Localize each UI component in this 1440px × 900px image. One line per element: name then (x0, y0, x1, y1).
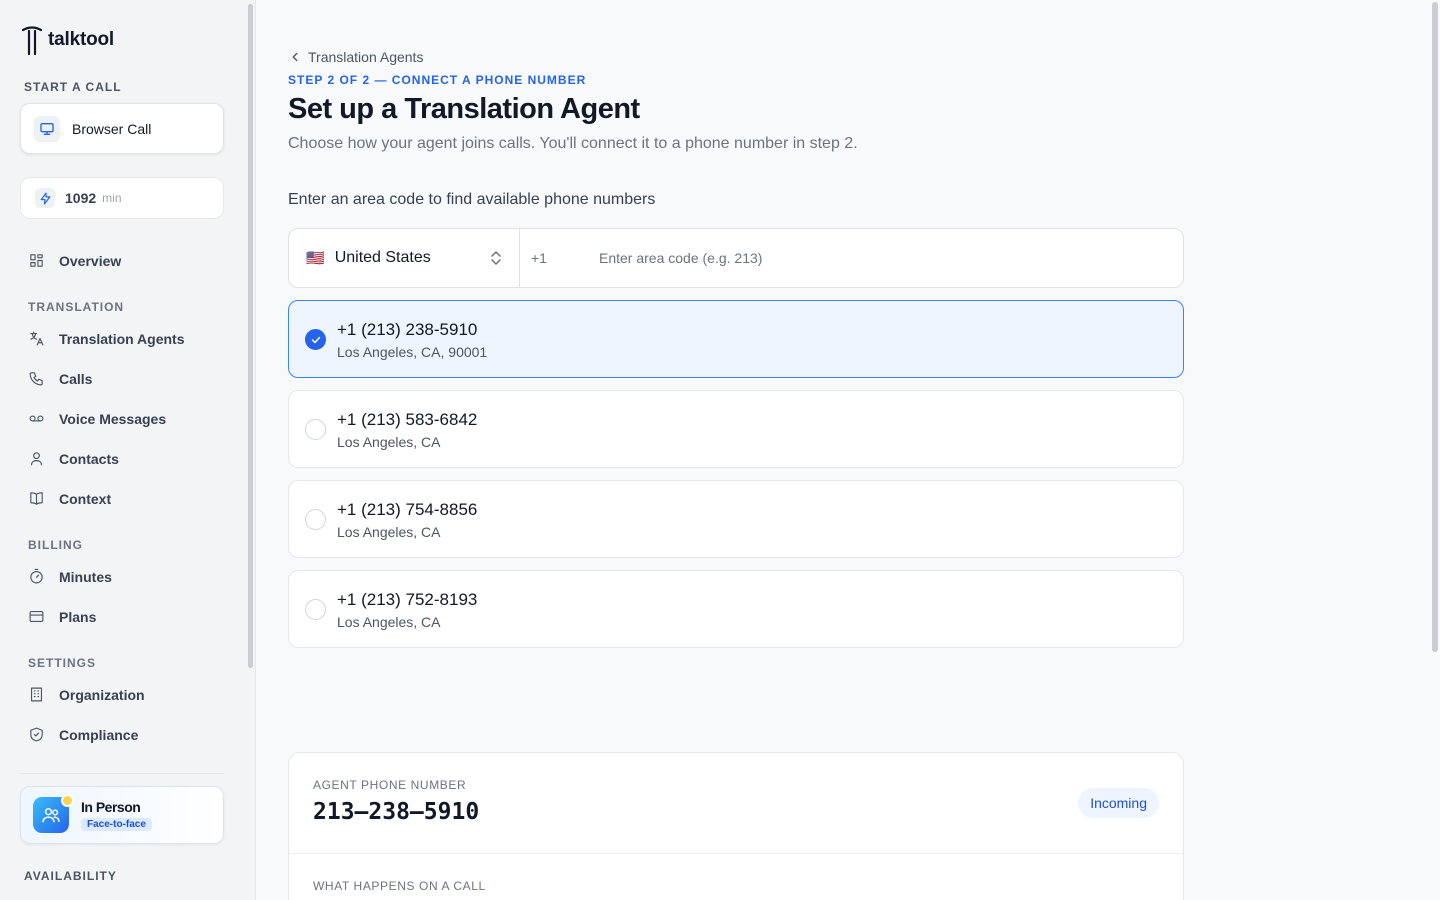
sidebar-item-contacts[interactable]: Contacts (28, 450, 119, 467)
sidebar-item-label: Organization (59, 686, 145, 703)
main-content: Translation Agents STEP 2 OF 2 — CONNECT… (256, 0, 1440, 900)
browser-call-button[interactable]: Browser Call (20, 103, 224, 154)
sidebar-divider (20, 773, 224, 774)
availability-label: AVAILABILITY (24, 869, 117, 883)
shield-check-icon (30, 727, 43, 742)
radio-unchecked[interactable] (305, 599, 326, 620)
book-icon (30, 492, 43, 505)
radio-unchecked[interactable] (305, 509, 326, 530)
sidebar: talktool START A CALL Browser Call 1092 … (0, 0, 256, 900)
sidebar-item-label: Contacts (59, 450, 119, 467)
logo-icon (21, 26, 43, 56)
sidebar-item-label: Overview (59, 252, 122, 269)
option-location: Los Angeles, CA, 90001 (337, 344, 488, 360)
sidebar-item-plans[interactable]: Plans (28, 608, 96, 625)
direction-badge: Incoming (1078, 788, 1159, 818)
agent-number-label: AGENT PHONE NUMBER (313, 778, 467, 792)
phone-search: 🇺🇸 United States +1 (288, 228, 1184, 288)
sidebar-item-label: Voice Messages (59, 410, 167, 427)
country-name: United States (334, 249, 431, 266)
dial-code: +1 (531, 250, 547, 266)
minutes-unit: min (102, 191, 122, 205)
minutes-balance[interactable]: 1092 min (20, 177, 224, 219)
lightning-icon (35, 188, 55, 208)
check-icon (311, 336, 320, 343)
in-person-card[interactable]: In Person Face-to-face (20, 786, 224, 844)
option-location: Los Angeles, CA (337, 434, 441, 450)
phone-icon (29, 372, 43, 386)
app-name: talktool (48, 29, 114, 50)
settings-section-label: SETTINGS (28, 656, 97, 670)
sidebar-item-organization[interactable]: Organization (28, 686, 145, 703)
option-number: +1 (213) 238-5910 (337, 320, 478, 339)
sidebar-item-context[interactable]: Context (28, 490, 111, 507)
translation-section-label: TRANSLATION (28, 300, 125, 314)
monitor-icon (34, 115, 60, 142)
sidebar-item-voice-messages[interactable]: Voice Messages (28, 410, 166, 427)
start-call-label: START A CALL (24, 80, 122, 94)
breadcrumb-label: Translation Agents (308, 49, 424, 65)
sidebar-item-label: Compliance (59, 726, 139, 743)
page-subtitle: Choose how your agent joins calls. You'l… (288, 135, 858, 152)
number-option[interactable]: +1 (213) 238-5910 Los Angeles, CA, 90001 (288, 300, 1184, 378)
dashboard-icon (30, 254, 43, 267)
area-code-input[interactable] (591, 229, 1183, 287)
sidebar-item-label: Minutes (59, 568, 112, 585)
agent-number: 213–238–5910 (313, 799, 480, 825)
translate-icon (30, 331, 44, 346)
face-to-face-badge: Face-to-face (81, 818, 152, 831)
sidebar-item-minutes[interactable]: Minutes (28, 568, 112, 585)
number-option[interactable]: +1 (213) 583-6842 Los Angeles, CA (288, 390, 1184, 468)
option-number: +1 (213) 752-8193 (337, 590, 478, 609)
billing-section-label: BILLING (28, 538, 83, 552)
sidebar-item-translation-agents[interactable]: Translation Agents (28, 330, 185, 347)
page-scrollbar[interactable] (1432, 2, 1438, 652)
credit-card-icon (29, 610, 44, 623)
sidebar-item-compliance[interactable]: Compliance (28, 726, 138, 743)
chevron-left-icon (292, 52, 298, 62)
option-number: +1 (213) 754-8856 (337, 500, 478, 519)
chevron-up-down-icon (491, 251, 501, 265)
option-number: +1 (213) 583-6842 (337, 410, 478, 429)
radio-checked[interactable] (305, 329, 326, 350)
option-location: Los Angeles, CA (337, 524, 441, 540)
step-indicator: STEP 2 OF 2 — CONNECT A PHONE NUMBER (288, 73, 587, 87)
number-option[interactable]: +1 (213) 752-8193 Los Angeles, CA (288, 570, 1184, 648)
sidebar-item-label: Translation Agents (59, 330, 185, 347)
in-person-title: In Person (81, 799, 141, 815)
page-title: Set up a Translation Agent (288, 93, 640, 125)
area-code-prompt: Enter an area code to find available pho… (288, 191, 656, 208)
minutes-value: 1092 (65, 190, 97, 206)
radio-unchecked[interactable] (305, 419, 326, 440)
option-location: Los Angeles, CA (337, 614, 441, 630)
logo[interactable]: talktool (20, 24, 114, 56)
number-option[interactable]: +1 (213) 754-8856 Los Angeles, CA (288, 480, 1184, 558)
call-flow-label: WHAT HAPPENS ON A CALL (313, 879, 486, 893)
sidebar-item-overview[interactable]: Overview (28, 252, 121, 269)
sidebar-item-label: Calls (59, 370, 93, 387)
timer-icon (30, 568, 43, 584)
summary-divider (289, 853, 1183, 854)
breadcrumb[interactable]: Translation Agents (288, 49, 423, 65)
user-icon (30, 452, 43, 466)
voicemail-icon (29, 415, 44, 422)
country-select[interactable]: 🇺🇸 United States (289, 229, 520, 287)
browser-call-label: Browser Call (72, 120, 152, 137)
agent-summary-card: AGENT PHONE NUMBER 213–238–5910 Incoming… (288, 752, 1184, 900)
sidebar-item-label: Context (59, 490, 112, 507)
sidebar-scrollbar[interactable] (248, 4, 253, 668)
status-dot (61, 794, 74, 807)
building-icon (30, 687, 43, 702)
sidebar-item-calls[interactable]: Calls (28, 370, 92, 387)
sidebar-item-label: Plans (59, 608, 97, 625)
us-flag-icon: 🇺🇸 (306, 250, 325, 267)
